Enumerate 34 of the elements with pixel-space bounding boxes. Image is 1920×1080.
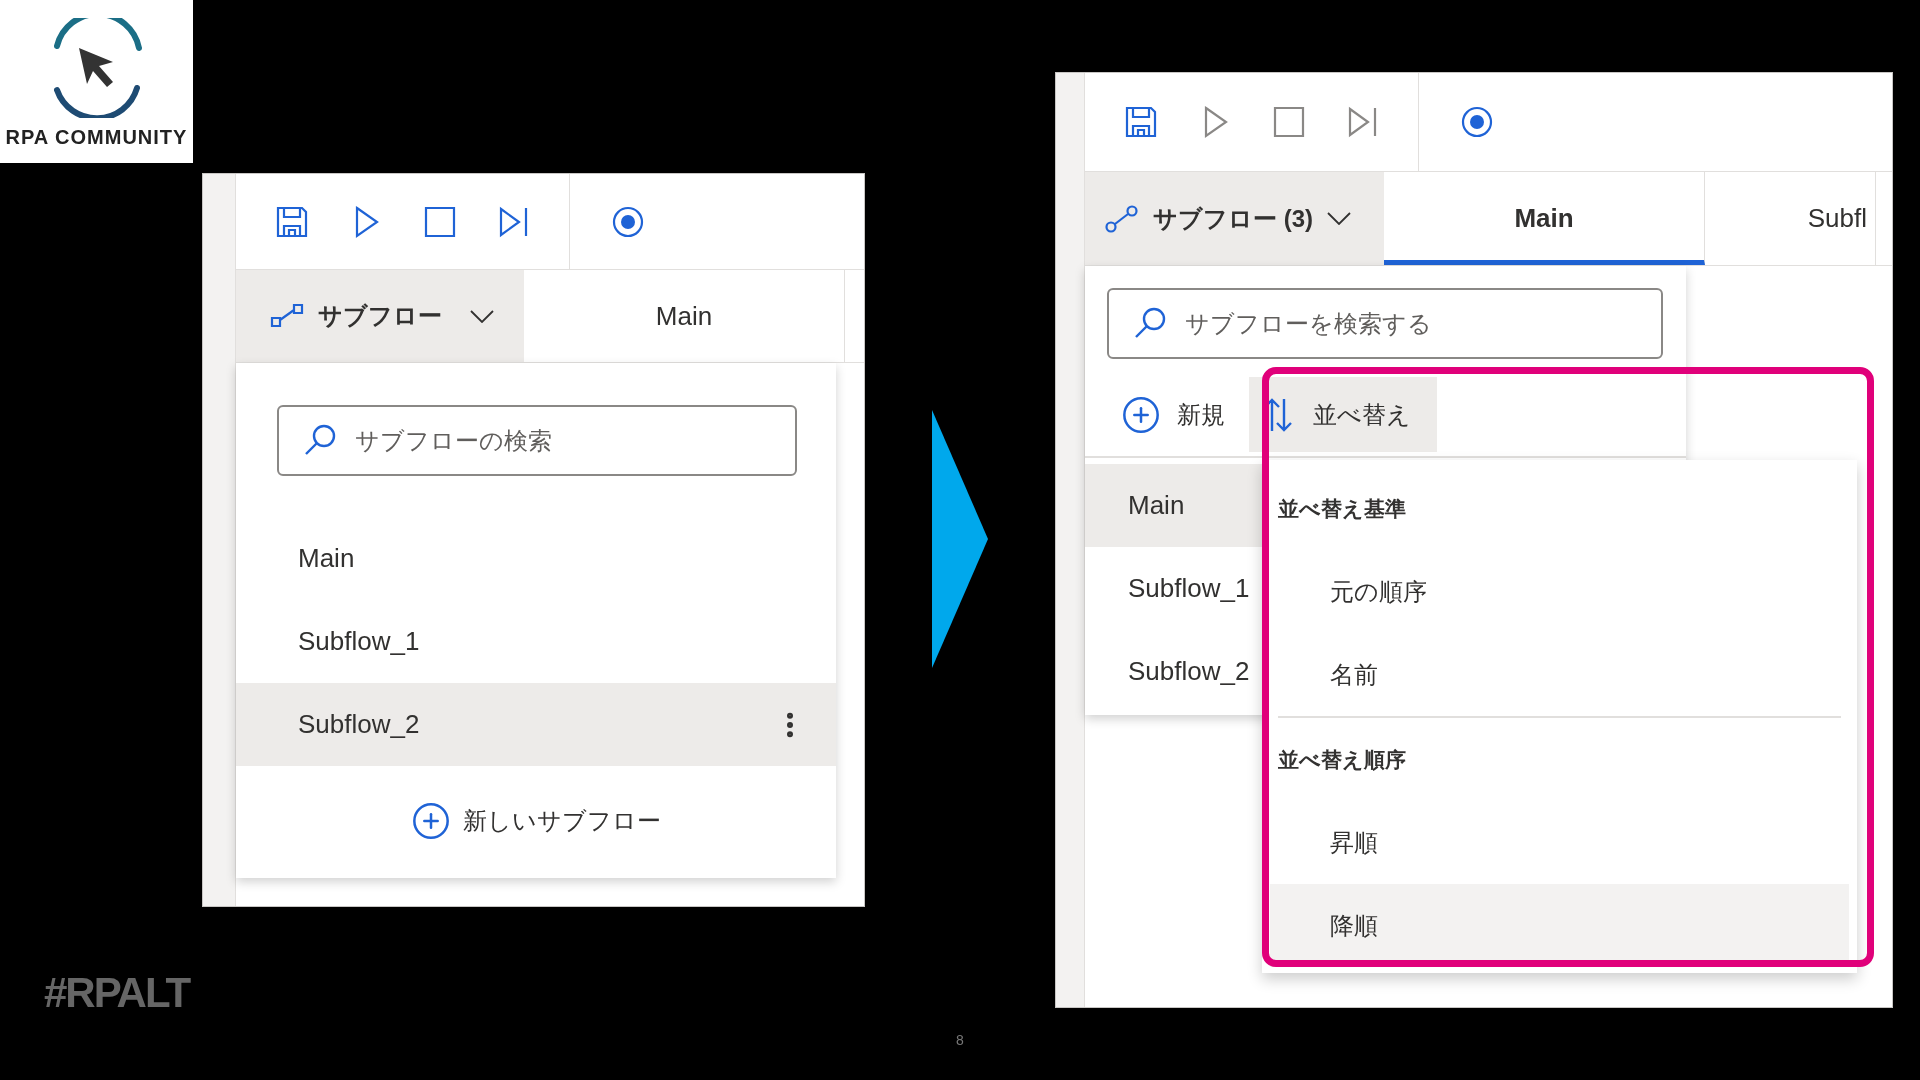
chevron-down-icon: [470, 309, 494, 323]
new-subflow-button[interactable]: 新しいサブフロー: [411, 801, 661, 841]
menu-heading: 並べ替え基準: [1278, 495, 1406, 522]
subflow-item[interactable]: Subflow_2: [236, 683, 836, 766]
subflows-dropdown[interactable]: サブフロー: [236, 270, 524, 362]
search-field[interactable]: サブフローの検索: [277, 405, 797, 476]
subflow-icon: [1105, 203, 1139, 234]
subflows-label: サブフロー (3): [1153, 203, 1313, 234]
subflows-dropdown[interactable]: サブフロー (3): [1085, 172, 1384, 265]
logo-text: RPA COMMUNITY: [5, 125, 188, 150]
record-icon[interactable]: [1459, 104, 1495, 140]
subflow-item[interactable]: Main: [236, 517, 836, 600]
arrow-right-icon: [932, 410, 988, 668]
subflow-icon: [270, 302, 304, 330]
menu-option[interactable]: 昇順: [1270, 801, 1849, 884]
tab[interactable]: Subfl: [1705, 172, 1876, 265]
subflow-item[interactable]: Subflow_1: [236, 600, 836, 683]
plus-icon: [411, 801, 451, 841]
menu-heading: 並べ替え順序: [1278, 746, 1406, 773]
subflows-label: サブフロー: [318, 301, 442, 331]
save-icon[interactable]: [1123, 104, 1159, 140]
search-icon: [303, 423, 337, 457]
menu-option[interactable]: 元の順序: [1270, 550, 1849, 633]
search-field[interactable]: サブフローを検索する: [1107, 288, 1663, 359]
chevron-down-icon: [1327, 212, 1351, 225]
page-number: 8: [956, 1031, 964, 1050]
menu-option[interactable]: 名前: [1270, 633, 1849, 716]
search-icon: [1133, 306, 1167, 340]
hashtag: #RPALT: [44, 968, 191, 1018]
new-button[interactable]: 新規: [1121, 394, 1225, 435]
sort-button[interactable]: 並べ替え: [1249, 377, 1437, 452]
plus-icon: [1121, 394, 1161, 435]
menu-option[interactable]: 降順: [1270, 884, 1849, 967]
tab[interactable]: Main: [524, 270, 845, 362]
